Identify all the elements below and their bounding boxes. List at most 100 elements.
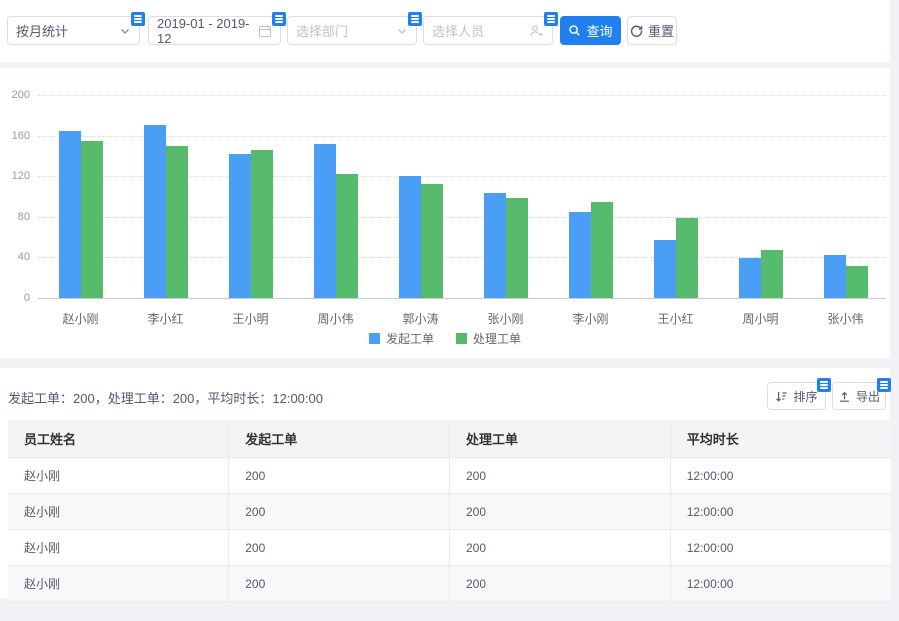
table-cell: 200 xyxy=(229,530,450,566)
bar-发起工单-王小红[interactable] xyxy=(654,240,676,298)
menu-badge-icon[interactable] xyxy=(408,12,422,26)
table-cell: 200 xyxy=(450,494,671,530)
export-button[interactable]: 导出 xyxy=(832,382,886,410)
table-row[interactable]: 赵小刚20020012:00:00 xyxy=(8,566,891,602)
search-icon xyxy=(568,24,581,37)
calendar-icon xyxy=(258,24,272,38)
bar-处理工单-李小红[interactable] xyxy=(166,146,188,298)
menu-badge-icon[interactable] xyxy=(131,12,145,26)
menu-badge-icon[interactable] xyxy=(877,378,891,392)
y-axis-tick: 120 xyxy=(0,170,30,182)
table-cell: 赵小刚 xyxy=(8,530,229,566)
column-header-员工姓名: 员工姓名 xyxy=(8,420,229,458)
table-card: 发起工单：200，处理工单：200，平均时长：12:00:00 排序 导出 员工… xyxy=(0,368,890,598)
table-cell: 赵小刚 xyxy=(8,566,229,602)
department-placeholder: 选择部门 xyxy=(296,21,396,40)
person-placeholder: 选择人员 xyxy=(432,21,529,40)
stat-type-value: 按月统计 xyxy=(16,21,119,40)
bar-发起工单-赵小刚[interactable] xyxy=(59,131,81,298)
bar-处理工单-赵小刚[interactable] xyxy=(81,141,103,298)
reset-button[interactable]: 重置 xyxy=(627,16,677,45)
bar-处理工单-王小明[interactable] xyxy=(251,150,273,298)
table-cell: 200 xyxy=(450,458,671,494)
table-cell: 200 xyxy=(450,530,671,566)
menu-badge-icon[interactable] xyxy=(272,12,286,26)
bar-发起工单-李小红[interactable] xyxy=(144,125,166,298)
x-axis-line xyxy=(38,298,886,299)
refresh-icon xyxy=(630,24,643,37)
filter-toolbar: 按月统计 2019-01 - 2019-12 选择部门 选择人员 xyxy=(0,0,890,62)
y-axis-tick: 80 xyxy=(0,211,30,223)
sort-button-label: 排序 xyxy=(793,388,817,405)
y-axis-tick: 0 xyxy=(0,292,30,304)
bar-处理工单-张小伟[interactable] xyxy=(846,266,868,298)
x-axis-label: 王小红 xyxy=(633,310,718,327)
sort-button[interactable]: 排序 xyxy=(767,382,826,410)
bar-发起工单-周小明[interactable] xyxy=(739,258,761,298)
bar-处理工单-周小伟[interactable] xyxy=(336,174,358,298)
x-axis-label: 李小红 xyxy=(123,310,208,327)
bar-发起工单-张小伟[interactable] xyxy=(824,255,846,298)
chevron-down-icon xyxy=(119,25,131,37)
x-axis-label: 张小刚 xyxy=(463,310,548,327)
table-cell: 200 xyxy=(229,458,450,494)
bar-发起工单-李小刚[interactable] xyxy=(569,212,591,298)
menu-badge-icon[interactable] xyxy=(817,378,831,392)
person-select-input[interactable]: 选择人员 xyxy=(423,16,553,45)
query-button[interactable]: 查询 xyxy=(560,16,621,45)
x-axis-label: 李小刚 xyxy=(548,310,633,327)
sort-icon xyxy=(775,390,788,403)
person-add-icon xyxy=(529,24,544,38)
table-cell: 赵小刚 xyxy=(8,494,229,530)
legend-swatch xyxy=(369,333,380,344)
legend-swatch xyxy=(456,333,467,344)
gridline xyxy=(38,95,886,96)
chevron-down-icon xyxy=(396,25,408,37)
chart-legend: 发起工单 处理工单 xyxy=(0,330,890,347)
table-cell: 200 xyxy=(229,494,450,530)
bar-发起工单-王小明[interactable] xyxy=(229,154,251,298)
legend-item-发起工单[interactable]: 发起工单 xyxy=(369,330,434,347)
bar-处理工单-郭小涛[interactable] xyxy=(421,184,443,298)
bar-发起工单-张小刚[interactable] xyxy=(484,193,506,298)
x-axis-label: 周小伟 xyxy=(293,310,378,327)
export-icon xyxy=(838,390,851,403)
legend-label: 发起工单 xyxy=(386,330,434,347)
menu-badge-icon[interactable] xyxy=(544,12,558,26)
table-row[interactable]: 赵小刚20020012:00:00 xyxy=(8,494,891,530)
legend-label: 处理工单 xyxy=(473,330,521,347)
bar-处理工单-王小红[interactable] xyxy=(676,218,698,298)
bar-发起工单-郭小涛[interactable] xyxy=(399,176,421,298)
y-axis-tick: 40 xyxy=(0,251,30,263)
x-axis-label: 赵小刚 xyxy=(38,310,123,327)
table-cell: 12:00:00 xyxy=(670,458,891,494)
x-axis-label: 周小明 xyxy=(718,310,803,327)
column-header-平均时长: 平均时长 xyxy=(670,420,891,458)
table-cell: 200 xyxy=(450,566,671,602)
x-axis-label: 张小伟 xyxy=(803,310,888,327)
bar-处理工单-周小明[interactable] xyxy=(761,250,783,298)
table-cell: 200 xyxy=(229,566,450,602)
department-select[interactable]: 选择部门 xyxy=(287,16,417,45)
x-axis-label: 王小明 xyxy=(208,310,293,327)
stat-type-select[interactable]: 按月统计 xyxy=(7,16,140,45)
y-axis-tick: 160 xyxy=(0,130,30,142)
column-header-发起工单: 发起工单 xyxy=(229,420,450,458)
legend-item-处理工单[interactable]: 处理工单 xyxy=(456,330,521,347)
table-cell: 12:00:00 xyxy=(670,494,891,530)
table-cell: 12:00:00 xyxy=(670,566,891,602)
x-axis-label: 郭小涛 xyxy=(378,310,463,327)
table-row[interactable]: 赵小刚20020012:00:00 xyxy=(8,530,891,566)
table-row[interactable]: 赵小刚20020012:00:00 xyxy=(8,458,891,494)
query-button-label: 查询 xyxy=(586,21,612,40)
bar-处理工单-李小刚[interactable] xyxy=(591,202,613,298)
bar-发起工单-周小伟[interactable] xyxy=(314,144,336,298)
reset-button-label: 重置 xyxy=(648,21,674,40)
workorder-table: 员工姓名发起工单处理工单平均时长 赵小刚20020012:00:00赵小刚200… xyxy=(8,420,891,602)
column-header-处理工单: 处理工单 xyxy=(450,420,671,458)
date-range-input[interactable]: 2019-01 - 2019-12 xyxy=(148,16,281,45)
y-axis-tick: 200 xyxy=(0,89,30,101)
bar-处理工单-张小刚[interactable] xyxy=(506,198,528,298)
chart-card: 200 160 120 80 40 0 赵小刚李小红王小明周小伟郭小涛张小刚李小刚王小红周小… xyxy=(0,68,890,358)
bar-chart: 200 160 120 80 40 0 赵小刚李小红王小明周小伟郭小涛张小刚李小刚王小红周小… xyxy=(0,68,890,358)
